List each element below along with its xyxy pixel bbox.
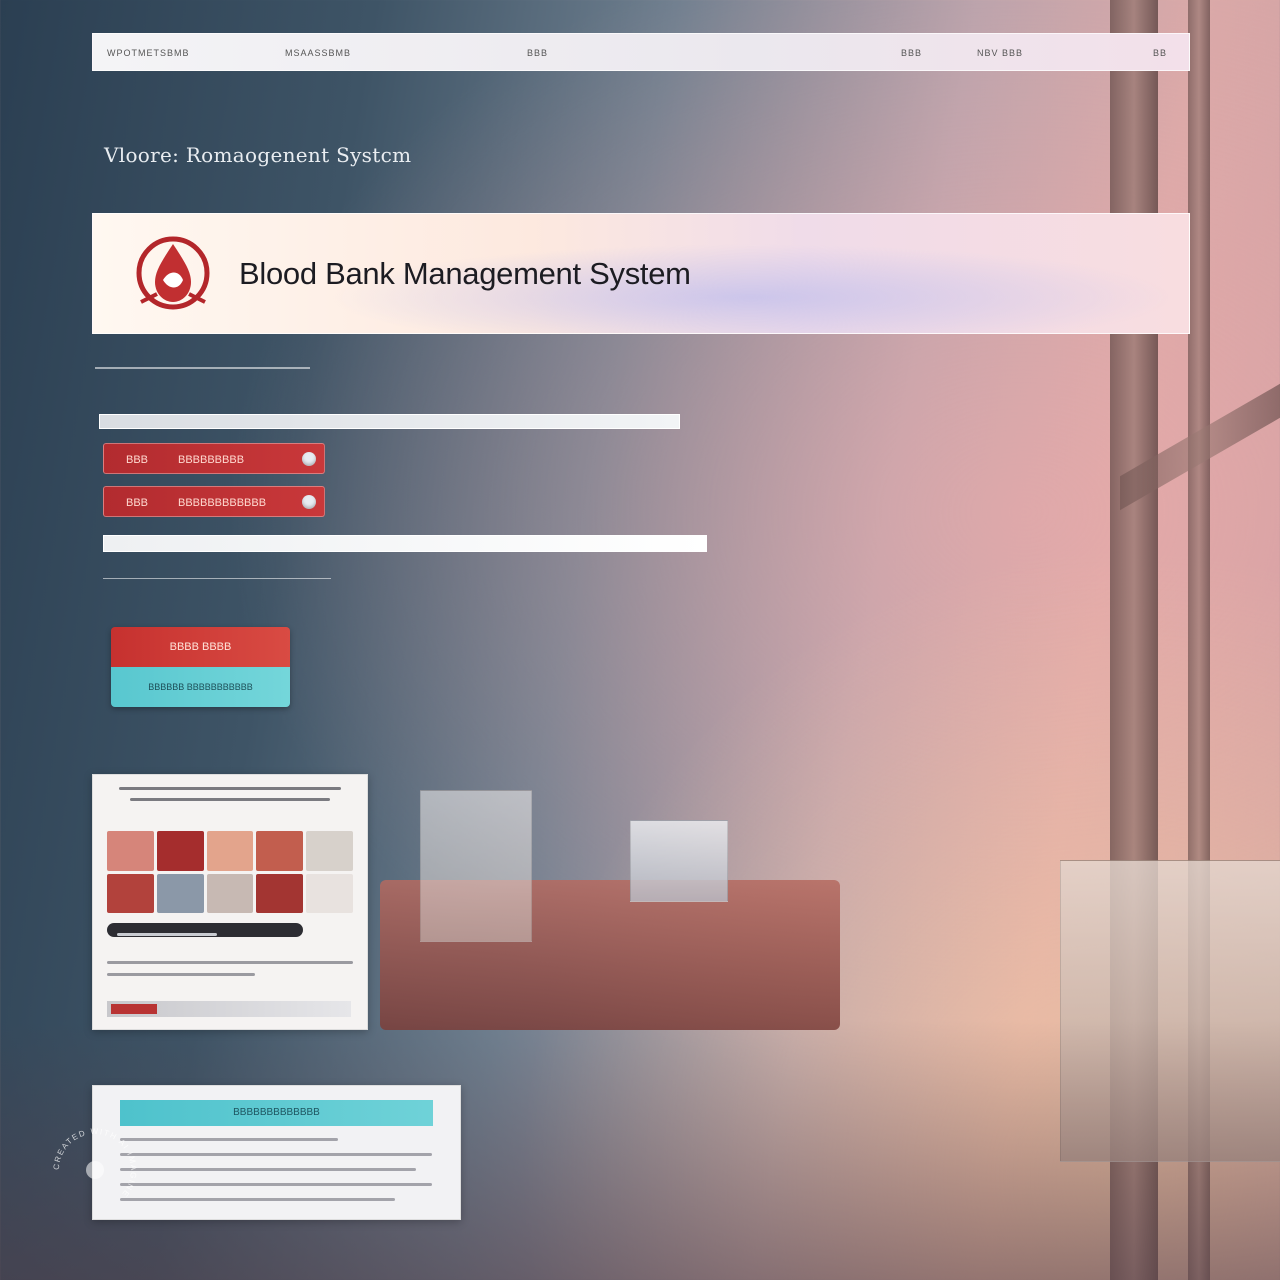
toggle-knob-icon[interactable] [302,452,316,466]
donate-cta-widget: BBBB BBBB BBBBBB BBBBBBBBBBB [111,627,290,707]
blood-group-filter-button[interactable]: BBB BBBBBBBBB [103,443,325,474]
donate-now-button[interactable]: BBBB BBBB [111,627,290,667]
card-description [107,961,353,985]
blood-bank-logo-icon [136,236,210,310]
thumbnail[interactable] [206,873,254,913]
search-filter-bar[interactable] [99,414,680,429]
nav-item-account[interactable]: BB [1153,48,1167,58]
thumbnail[interactable] [256,873,304,913]
pill-label: BBBBBBBBB [178,454,245,466]
divider [95,367,310,369]
inventory-card [92,774,368,1030]
hero-title: Blood Bank Management System [239,256,691,291]
nav-item-donors[interactable]: BBB [527,48,548,58]
nav-item-home[interactable]: WPOTMETSBMB [107,48,190,58]
hero-banner: Blood Bank Management System [92,213,1190,334]
watermark-badge-icon: CREATED WITH AI IMAGINE [52,1127,137,1199]
nav-item-stock[interactable]: BBB [901,48,922,58]
status-badge [111,1004,157,1014]
nav-item-management[interactable]: MSAASSBMB [285,48,351,58]
pill-code: BBB [126,497,149,509]
toggle-knob-icon[interactable] [302,495,316,509]
thumbnail[interactable] [156,873,204,913]
thumbnail[interactable] [256,831,304,871]
thumbnail[interactable] [306,873,353,913]
card-heading [107,787,353,801]
nav-item-requests[interactable]: NBV BBB [977,48,1023,58]
donor-filter-button[interactable]: BBB BBBBBBBBBBBB [103,486,325,517]
thumbnail[interactable] [306,831,353,871]
information-card: BBBBBBBBBBBBB [92,1085,461,1220]
thumbnail[interactable] [107,831,154,871]
find-donor-button[interactable]: BBBBBB BBBBBBBBBBB [111,667,290,707]
card-footer-bar[interactable] [107,1001,351,1017]
divider [103,578,331,579]
quick-links-bar[interactable] [103,535,707,552]
page-subtitle: Vloore: Romaogenent Systcm [104,143,412,167]
info-header-button[interactable]: BBBBBBBBBBBBB [120,1100,433,1126]
pill-code: BBB [126,454,149,466]
info-text-block [120,1138,432,1213]
thumbnail[interactable] [156,831,204,871]
pill-label: BBBBBBBBBBBB [178,497,267,509]
thumbnail[interactable] [206,831,254,871]
top-navigation-bar: WPOTMETSBMB MSAASSBMB BBB BBB NBV BBB BB [92,33,1190,71]
blood-product-thumbnail-grid [107,831,353,913]
thumbnail[interactable] [107,873,154,913]
view-inventory-button[interactable] [107,923,303,937]
